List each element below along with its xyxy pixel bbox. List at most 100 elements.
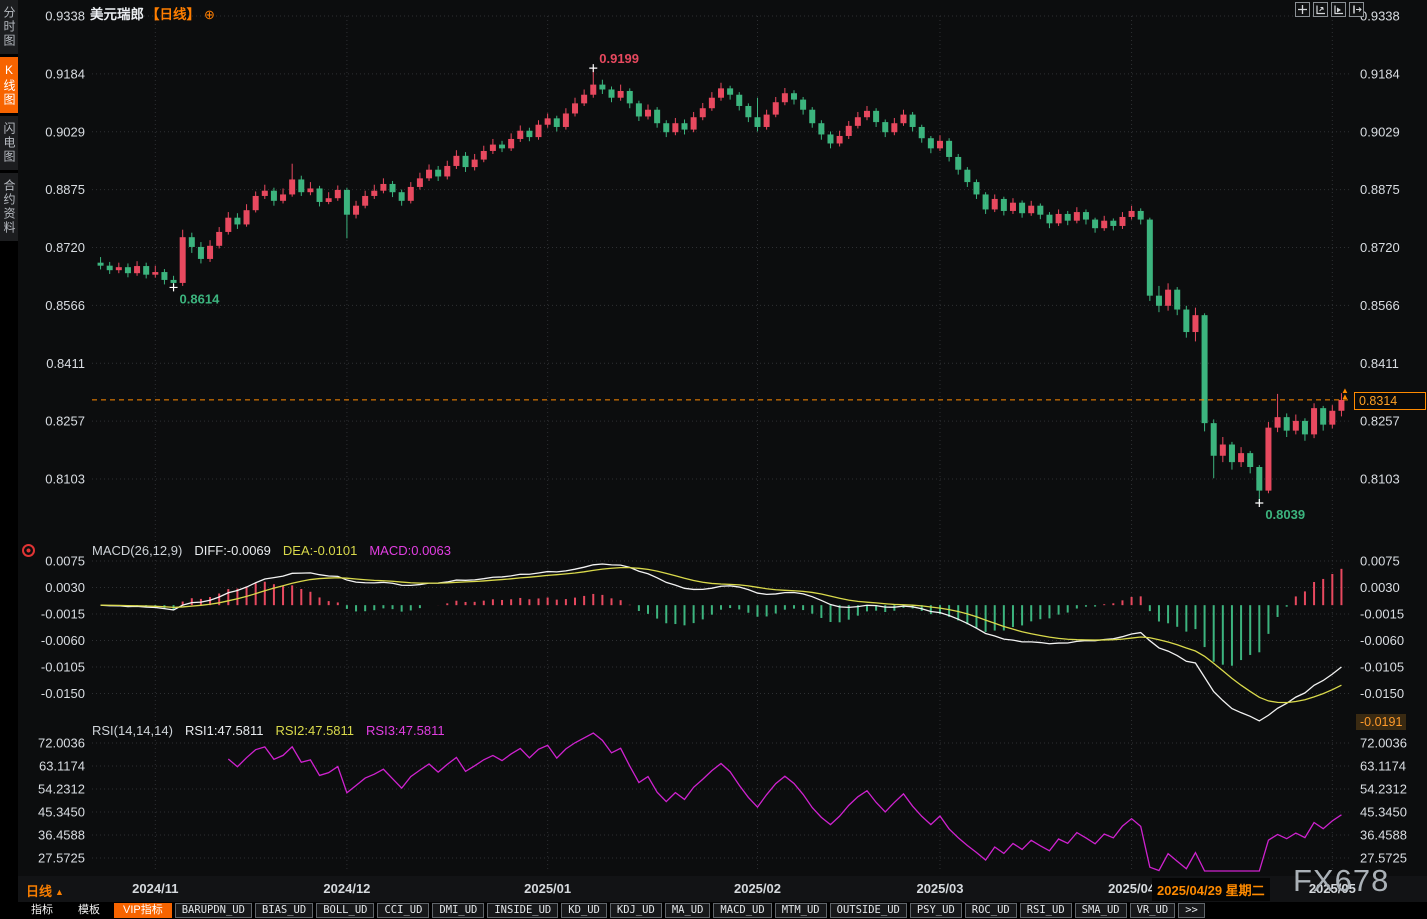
toolbar-button->>[interactable]: >> xyxy=(1178,903,1205,918)
macd-indicator-icon[interactable] xyxy=(22,544,35,557)
axis-tick: 0.8257 xyxy=(1360,414,1400,429)
toolbar-button-CCI_UD[interactable]: CCI_UD xyxy=(377,903,429,918)
macd-macd-value: MACD:0.0063 xyxy=(369,543,451,558)
chevron-up-icon: ▲ xyxy=(55,887,64,897)
toolbar-button-VIP指标[interactable]: VIP指标 xyxy=(114,903,172,918)
zoom-y-axis-icon[interactable] xyxy=(1313,2,1328,17)
candle-body xyxy=(618,91,624,98)
candle-body xyxy=(937,141,943,148)
toolbar-button-INSIDE_UD[interactable]: INSIDE_UD xyxy=(487,903,558,918)
toolbar-button-BIAS_UD[interactable]: BIAS_UD xyxy=(255,903,313,918)
toolbar-button-MA_UD[interactable]: MA_UD xyxy=(665,903,711,918)
candle-body xyxy=(891,123,897,132)
toolbar-button-指标[interactable]: 指标 xyxy=(20,903,64,918)
candle-body xyxy=(426,170,432,179)
chart-canvas[interactable]: 0.93380.93380.91840.91840.90290.90290.88… xyxy=(0,0,1427,919)
candle-body xyxy=(581,95,587,104)
axis-tick: 0.8720 xyxy=(1360,240,1400,255)
candle-body xyxy=(417,178,423,187)
candle-body xyxy=(946,141,952,157)
axis-tick: -0.0150 xyxy=(41,686,85,701)
candle-body xyxy=(198,247,204,259)
candle-body xyxy=(563,113,569,126)
candle-body xyxy=(134,266,140,273)
date-axis-bar: 日线▲ 2025/04/29 星期二 2024/112024/122025/01… xyxy=(18,876,1427,902)
toolbar-button-KD_UD[interactable]: KD_UD xyxy=(561,903,607,918)
price-arrow-icon: ▲▲ xyxy=(1341,388,1349,400)
rsi-header: RSI(14,14,14)RSI1:47.5811RSI2:47.5811RSI… xyxy=(92,723,457,738)
pan-icon[interactable] xyxy=(1295,2,1310,17)
axis-tick: 0.8103 xyxy=(45,472,85,487)
candle-body xyxy=(490,145,496,151)
axis-tick: 0.0030 xyxy=(1360,580,1400,595)
sidebar-tab-分时图[interactable]: 分时图 xyxy=(0,0,18,54)
axis-tick: 27.5725 xyxy=(38,851,85,866)
toolbar-button-ROC_UD[interactable]: ROC_UD xyxy=(965,903,1017,918)
candle-body xyxy=(1156,296,1162,306)
candle-body xyxy=(317,188,323,201)
toolbar-button-BARUPDN_UD[interactable]: BARUPDN_UD xyxy=(175,903,252,918)
axis-tick: 54.2312 xyxy=(38,782,85,797)
axis-tick: -0.0060 xyxy=(1360,633,1404,648)
sidebar-tab-合约资料[interactable]: 合约资料 xyxy=(0,173,18,241)
candle-body xyxy=(1046,215,1052,224)
candle-body xyxy=(709,98,715,108)
axis-tick: 72.0036 xyxy=(1360,736,1407,751)
toolbar-button-PSY_UD[interactable]: PSY_UD xyxy=(910,903,962,918)
axis-tick: 63.1174 xyxy=(1360,759,1406,774)
toolbar-button-SMA_UD[interactable]: SMA_UD xyxy=(1075,903,1127,918)
candle-body xyxy=(207,246,213,259)
selected-date-tag: 2025/04/29 星期二 xyxy=(1152,878,1270,901)
toolbar-button-MTM_UD[interactable]: MTM_UD xyxy=(775,903,827,918)
reset-view-icon[interactable] xyxy=(1349,2,1364,17)
candle-body xyxy=(873,111,879,122)
indicator-toolbar: 指标模板VIP指标BARUPDN_UDBIAS_UDBOLL_UDCCI_UDD… xyxy=(18,902,1427,919)
crosshair-icon[interactable]: ⊕ xyxy=(204,7,215,22)
toolbar-button-模板[interactable]: 模板 xyxy=(67,903,111,918)
toolbar-button-OUTSIDE_UD[interactable]: OUTSIDE_UD xyxy=(830,903,907,918)
candle-body xyxy=(380,184,386,191)
axis-tick: 0.9184 xyxy=(1360,66,1400,81)
zoom-x-axis-icon[interactable] xyxy=(1331,2,1346,17)
candle-body xyxy=(864,111,870,117)
sidebar-tab-闪电图[interactable]: 闪电图 xyxy=(0,116,18,170)
candle-body xyxy=(262,191,268,196)
candle-body xyxy=(627,91,633,103)
toolbar-button-RSI_UD[interactable]: RSI_UD xyxy=(1020,903,1072,918)
axis-tick: 0.8103 xyxy=(1360,472,1400,487)
axis-tick: -0.0150 xyxy=(1360,686,1404,701)
low-price-annotation: 0.8039 xyxy=(1265,507,1305,522)
period-selector[interactable]: 日线▲ xyxy=(26,881,64,900)
candle-body xyxy=(736,95,742,106)
toolbar-button-BOLL_UD[interactable]: BOLL_UD xyxy=(316,903,374,918)
axis-tick: 36.4588 xyxy=(38,828,85,843)
sidebar-tab-K线图[interactable]: K线图 xyxy=(0,57,18,113)
toolbar-button-VR_UD[interactable]: VR_UD xyxy=(1130,903,1176,918)
candle-body xyxy=(654,110,660,123)
candle-body xyxy=(289,179,295,194)
date-axis-label: 2025/01 xyxy=(524,881,571,896)
toolbar-button-MACD_UD[interactable]: MACD_UD xyxy=(713,903,771,918)
axis-tick: 54.2312 xyxy=(1360,782,1407,797)
candle-body xyxy=(1220,445,1226,456)
candle-body xyxy=(1247,453,1253,467)
candle-body xyxy=(335,190,341,198)
toolbar-button-KDJ_UD[interactable]: KDJ_UD xyxy=(610,903,662,918)
candle-body xyxy=(1284,417,1290,430)
candle-body xyxy=(1174,290,1180,310)
candle-body xyxy=(782,93,788,102)
axis-tick: 0.9184 xyxy=(45,66,85,81)
candle-body xyxy=(1110,221,1116,226)
rsi2-value: RSI2:47.5811 xyxy=(275,723,354,738)
candle-body xyxy=(353,206,359,215)
candle-body xyxy=(1028,206,1034,213)
trading-app-window: 0.93380.93380.91840.91840.90290.90290.88… xyxy=(0,0,1427,919)
candle-body xyxy=(271,191,277,201)
high-price-annotation: 0.9199 xyxy=(599,51,639,66)
marker-cross-icon xyxy=(1255,499,1263,507)
toolbar-button-DMI_UD[interactable]: DMI_UD xyxy=(432,903,484,918)
macd-name: MACD(26,12,9) xyxy=(92,543,182,558)
axis-tick: 0.0075 xyxy=(1360,554,1400,569)
axis-tick: 45.3450 xyxy=(1360,805,1407,820)
candle-body xyxy=(983,194,989,209)
